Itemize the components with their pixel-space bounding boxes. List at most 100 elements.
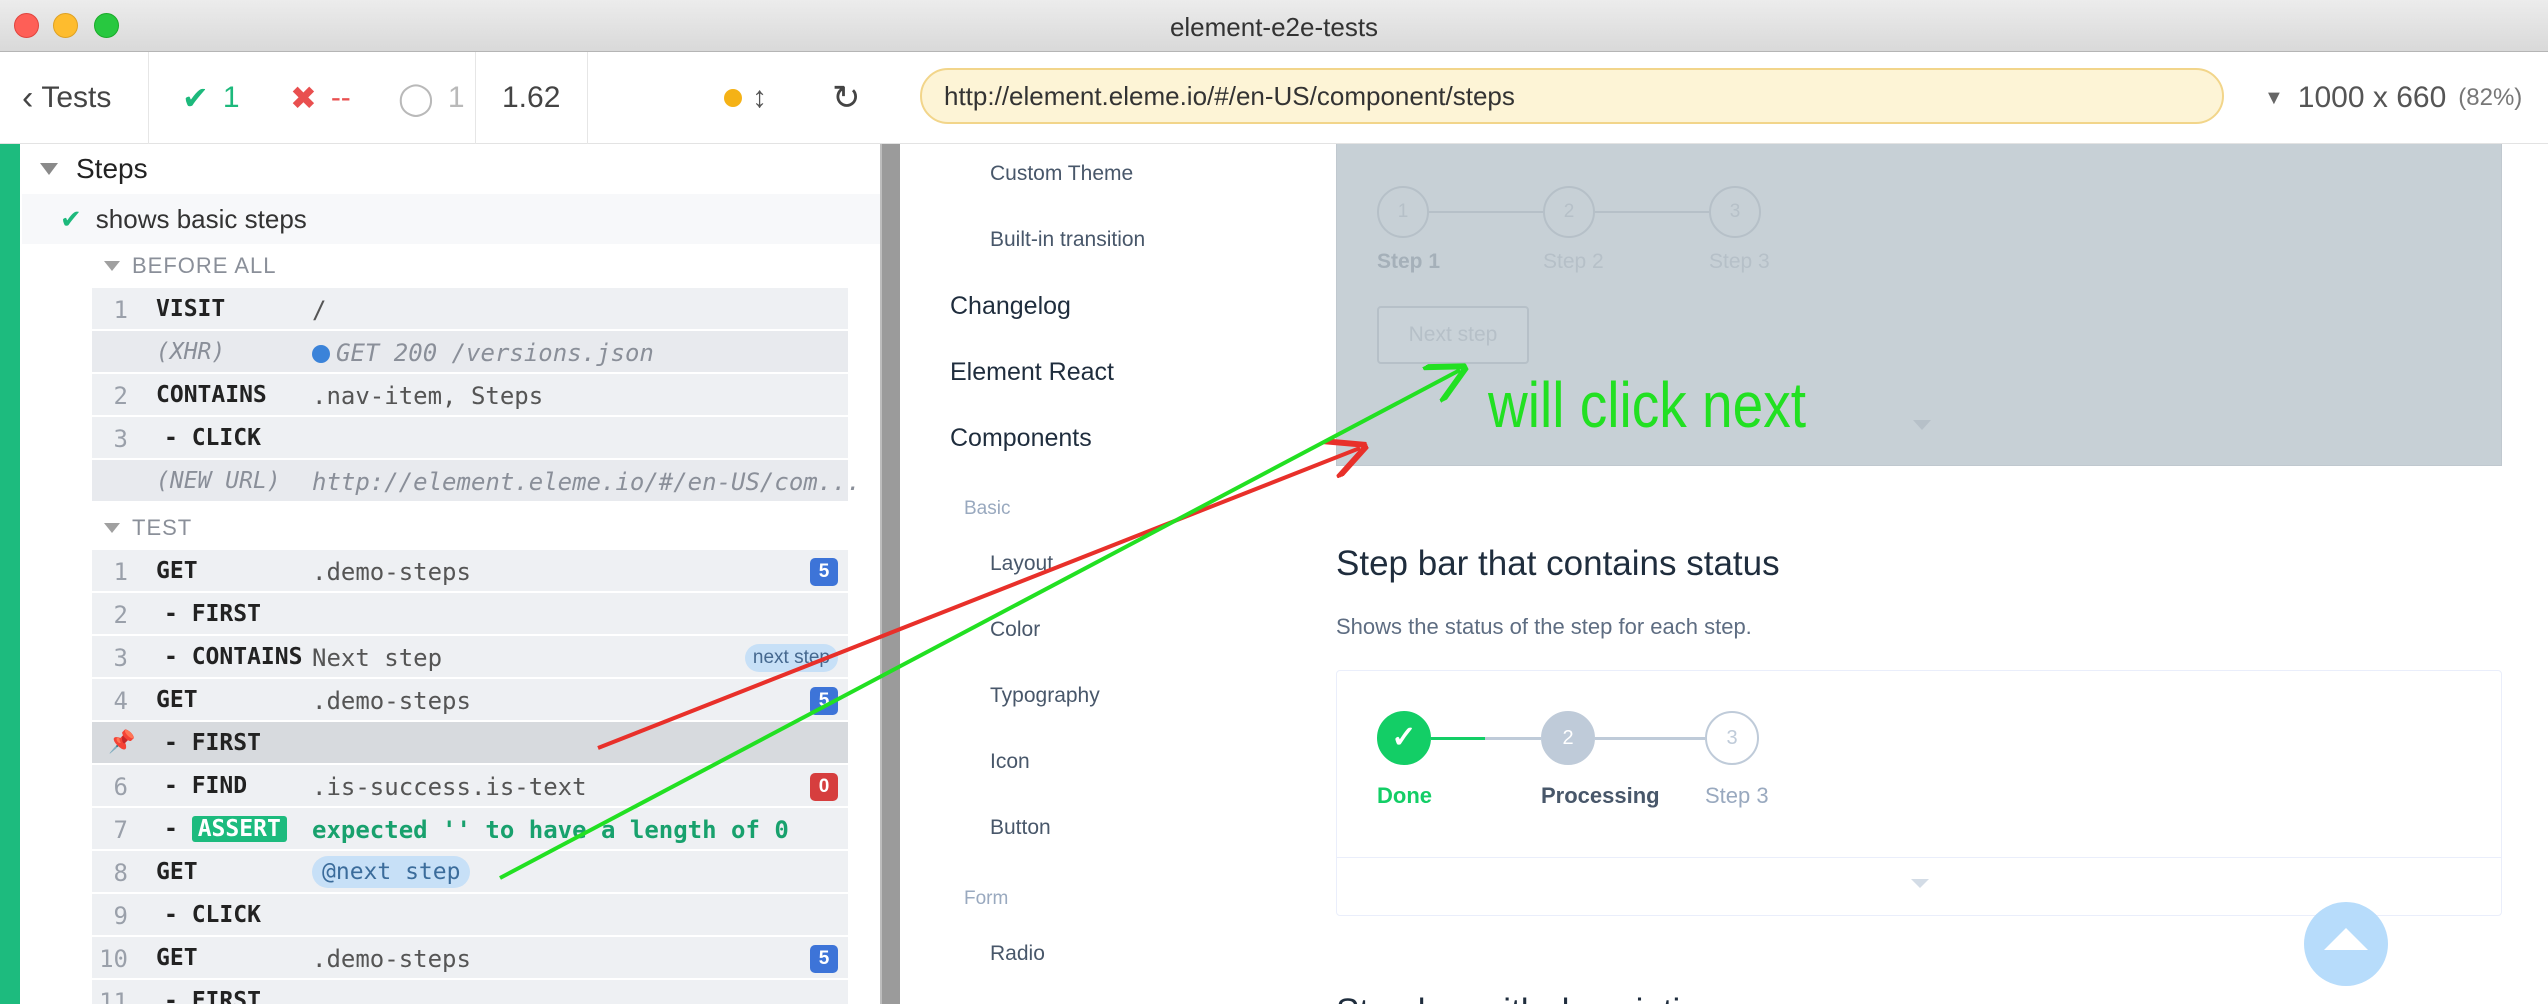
command-row-xhr[interactable]: (XHR) GET 200 /versions.json xyxy=(92,331,848,373)
step-circle: 3 xyxy=(1705,711,1759,765)
passed-count: ✔ 1 xyxy=(182,80,240,116)
next-section-title: Step bar with description xyxy=(1336,992,1719,1004)
panel-splitter[interactable] xyxy=(880,144,900,1004)
viewport-size: 1000 x 660 xyxy=(2297,81,2447,114)
nav-group-basic: Basic xyxy=(964,498,1011,519)
alias-badge: next step xyxy=(744,644,838,672)
expand-caret-icon[interactable] xyxy=(1913,420,1931,430)
element-count-badge: 5 xyxy=(810,687,838,715)
command-row-assert[interactable]: 7 - ASSERT expected '' to have a length … xyxy=(92,808,848,850)
nav-builtin-transition[interactable]: Built-in transition xyxy=(990,228,1145,252)
step-label: Step 1 xyxy=(1377,250,1441,273)
nav-custom-theme[interactable]: Custom Theme xyxy=(990,162,1133,186)
command-row[interactable]: 1 GET .demo-steps 5 xyxy=(92,550,848,592)
command-log: Steps ✔ shows basic steps BEFORE ALL 1 V… xyxy=(0,144,880,1004)
alias-reference: @next step xyxy=(312,856,471,888)
command-row-pinned[interactable]: 📌 - FIRST xyxy=(92,722,848,764)
viewport-scale: (82%) xyxy=(2458,84,2523,111)
step-circle: 2 xyxy=(1541,711,1595,765)
auto-scroll-toggle[interactable]: ↕ xyxy=(724,52,767,144)
check-icon: ✔ xyxy=(182,80,209,116)
back-to-top-button[interactable] xyxy=(2304,902,2388,986)
back-to-tests-button[interactable]: ‹ Tests xyxy=(22,52,111,144)
command-row[interactable]: 2 CONTAINS .nav-item, Steps xyxy=(92,374,848,416)
duration: 1.62 xyxy=(502,81,561,114)
collapse-triangle-icon xyxy=(104,523,120,533)
url-bar[interactable]: http://element.eleme.io/#/en-US/componen… xyxy=(920,68,2224,124)
collapse-triangle-icon xyxy=(104,261,120,271)
annotation-label: will click next xyxy=(1488,369,1807,441)
hook-before-all[interactable]: BEFORE ALL xyxy=(92,244,850,288)
viewport-info[interactable]: ▼ 1000 x 660 (82%) xyxy=(2264,52,2522,144)
app-under-test: Custom Theme Built-in transition Changel… xyxy=(900,144,2548,1004)
caret-down-icon: ▼ xyxy=(2264,86,2284,109)
arrow-up-icon xyxy=(2324,928,2368,950)
assert-tag: ASSERT xyxy=(191,816,287,842)
command-row[interactable]: 3 - CONTAINS Next step next step xyxy=(92,636,848,678)
command-row-new-url[interactable]: (NEW URL) http://element.eleme.io/#/en-U… xyxy=(92,460,861,502)
section-description: Shows the status of the step for each st… xyxy=(1336,614,1752,639)
demo-divider xyxy=(1337,857,2501,858)
step-connector xyxy=(1485,737,1541,740)
nav-button[interactable]: Button xyxy=(990,816,1051,840)
step-label: Done xyxy=(1377,783,1432,808)
command-row[interactable]: 6 - FIND .is-success.is-text 0 xyxy=(92,765,848,807)
section-title: Step bar that contains status xyxy=(1336,544,1780,583)
nav-group-form: Form xyxy=(964,888,1009,909)
element-count-badge: 0 xyxy=(810,773,838,801)
reload-icon[interactable]: ↻ xyxy=(832,52,861,144)
command-row[interactable]: 3 - CLICK xyxy=(92,417,848,459)
command-row[interactable]: 2 - FIRST xyxy=(92,593,848,635)
pass-indicator-strip xyxy=(0,144,20,1004)
nav-element-react[interactable]: Element React xyxy=(950,358,1114,387)
nav-icon[interactable]: Icon xyxy=(990,750,1030,774)
command-row[interactable]: 1 VISIT / xyxy=(92,288,848,330)
nav-radio[interactable]: Radio xyxy=(990,942,1045,966)
pin-icon: 📌 xyxy=(108,730,136,755)
step-label: Step 3 xyxy=(1709,250,1770,273)
nav-layout[interactable]: Layout xyxy=(990,552,1053,576)
failed-count: ✖ -- xyxy=(290,80,351,116)
hook-test[interactable]: TEST xyxy=(92,506,850,550)
test-title: shows basic steps xyxy=(95,203,307,234)
chevron-left-icon: ‹ xyxy=(22,78,34,117)
nav-components[interactable]: Components xyxy=(950,424,1092,453)
check-icon: ✔ xyxy=(60,203,82,234)
step-label: Processing xyxy=(1541,783,1660,808)
runner-header: ‹ Tests ✔ 1 ✖ -- ◯ 1 1.62 ↕ ↻ http://ele… xyxy=(0,52,2548,144)
collapse-triangle-icon xyxy=(40,163,58,175)
test-title-row[interactable]: ✔ shows basic steps xyxy=(22,194,880,244)
step-label: Step 3 xyxy=(1705,783,1769,808)
next-step-button[interactable]: Next step xyxy=(1377,306,1529,364)
command-row[interactable]: 9 - CLICK xyxy=(92,894,848,936)
suite-title: Steps xyxy=(76,153,148,184)
command-row[interactable]: 4 GET .demo-steps 5 xyxy=(92,679,848,721)
nav-changelog[interactable]: Changelog xyxy=(950,292,1071,321)
window-title: element-e2e-tests xyxy=(1169,12,1379,42)
command-row[interactable]: 8 GET @next step xyxy=(92,851,848,893)
scroll-arrows-icon: ↕ xyxy=(752,81,767,114)
expand-caret-icon[interactable] xyxy=(1911,879,1929,888)
demo-steps-status: ✓ 2 3 Done Processing Step 3 xyxy=(1336,670,2502,916)
suite-title-row[interactable]: Steps xyxy=(22,144,880,194)
pending-count: ◯ 1 xyxy=(398,80,465,116)
window-titlebar: element-e2e-tests xyxy=(0,0,2548,52)
step-connector xyxy=(1595,211,1709,213)
element-count-badge: 5 xyxy=(810,558,838,586)
step-circle: 3 xyxy=(1709,186,1761,238)
cross-icon: ✖ xyxy=(290,80,317,116)
back-label: Tests xyxy=(41,81,112,114)
step-connector xyxy=(1429,211,1543,213)
step-connector xyxy=(1595,737,1705,740)
status-dot-icon xyxy=(724,89,742,107)
check-icon: ✓ xyxy=(1377,711,1431,765)
nav-typography[interactable]: Typography xyxy=(990,684,1100,708)
spinner-icon: ◯ xyxy=(398,80,434,116)
step-circle: 2 xyxy=(1543,186,1595,238)
command-row[interactable]: 11 - FIRST xyxy=(92,980,848,1004)
command-row[interactable]: 10 GET .demo-steps 5 xyxy=(92,937,848,979)
element-count-badge: 5 xyxy=(810,945,838,973)
step-connector xyxy=(1431,737,1485,740)
step-circle: 1 xyxy=(1377,186,1429,238)
nav-color[interactable]: Color xyxy=(990,618,1040,642)
